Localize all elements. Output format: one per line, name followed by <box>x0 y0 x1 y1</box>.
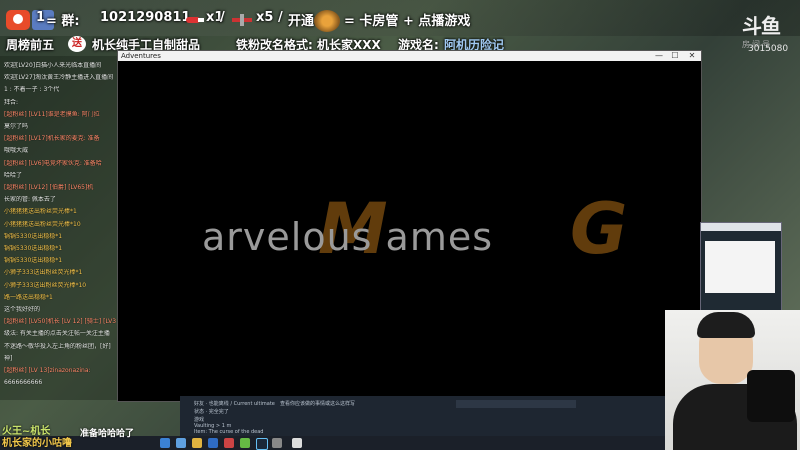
chat-message: [超粉丝] [LV12] [伯爵] [LV65]机 <box>4 184 94 191</box>
chat-message: 拜合: <box>4 98 19 106</box>
qq-group-line: 1 = 群: 1021290811 x1 / x5 / 开通 = 卡房管 + 点… <box>0 4 560 34</box>
webcam-hair <box>697 312 755 338</box>
chat-message: 1 : 不着一子 : 3个代 <box>4 86 60 94</box>
folder-icon[interactable] <box>192 438 202 448</box>
chat-message: 小猪猪猪送出粉丝荧光棒*10 <box>4 220 81 228</box>
steam-item[interactable]: Item: The curse of the dead <box>194 429 263 435</box>
logo-letter-g-art: G <box>570 188 628 270</box>
maximize-button[interactable]: ☐ <box>667 51 683 61</box>
separator: / <box>220 10 225 25</box>
game-window-title: Adventures <box>121 52 161 60</box>
separator: / <box>278 10 283 25</box>
viewer-entry-banner: 火王~机长 准备哈哈哈了 机长家的小咕噜 <box>0 422 160 450</box>
chat-message: [超粉丝] [LV 13]zinazonazina: <box>4 367 91 374</box>
rank-label: 周榜前五 <box>6 38 55 52</box>
rocket-gift-icon <box>186 14 204 26</box>
open-label: 开通 <box>288 14 315 29</box>
app-icon[interactable] <box>292 438 302 448</box>
chat-message: 6666666666 <box>4 379 43 387</box>
game-window-titlebar[interactable]: Adventures — ☐ ✕ <box>118 51 701 61</box>
plane-gift-icon <box>232 14 254 26</box>
app-icon[interactable] <box>272 438 282 448</box>
chat-message: 长家的管: 佩本去了 <box>4 196 56 204</box>
steam-item[interactable]: 好友 · 也能离线 / Current ultimate <box>194 400 275 407</box>
chat-message: 这个我好好的 <box>4 306 41 313</box>
chat-message: 哦哦大威 <box>4 147 29 155</box>
app-icon[interactable] <box>240 438 250 448</box>
viewer-message: 准备哈哈哈了 <box>80 429 135 439</box>
studio-splash-text: arvelous ames <box>202 215 494 259</box>
chat-message: [超粉丝] [LV17]机长家的麦克: 准备 <box>4 135 100 143</box>
background-window-pane <box>705 241 775 293</box>
steam-client-strip: 好友 · 也能离线 / Current ultimate 状态 · 完全完了 游… <box>180 396 665 436</box>
qq-icon <box>6 10 30 30</box>
chat-message: 不迷路～敬华投入左上角的粉丝团，[好] <box>4 342 111 350</box>
streamer-webcam <box>665 310 800 450</box>
microphone <box>747 370 795 422</box>
viewer-fan-name: 机长家的小咕噜 <box>2 438 72 449</box>
chat-message: 小狮子333送出粉丝荧光棒*1 <box>4 269 83 277</box>
steam-icon[interactable] <box>256 438 268 450</box>
chat-message: 哈哈了 <box>4 171 23 179</box>
steam-item[interactable]: 游戏 <box>194 416 204 423</box>
danmaku-chat-panel: 欢迎[LV20]白猫小人来光临本直播间欢迎[LV27]淘汰黄王冷静主播进入直播间… <box>0 56 118 400</box>
chat-message: 莫尔了吗 <box>4 123 29 130</box>
steam-notice: 查看你应该做的事情或这么这样写 <box>280 401 356 407</box>
chat-message: 小狮子333送出粉丝荧光棒*10 <box>4 281 87 289</box>
game-window[interactable]: Adventures — ☐ ✕ M G arvelous ames <box>117 50 702 402</box>
chat-message: 锅锅5330送出稳稳*1 <box>4 257 63 265</box>
minimize-button[interactable]: — <box>651 51 667 61</box>
close-button[interactable]: ✕ <box>684 51 700 61</box>
chat-message: 欢迎[LV20]白猫小人来光临本直播间 <box>4 62 102 69</box>
plane-count: x5 <box>256 10 274 25</box>
logo-mark: 斗鱼 <box>742 14 781 38</box>
chat-message: 小猪猪猪送出粉丝荧光棒*1 <box>4 208 77 216</box>
app-icon[interactable] <box>208 438 218 448</box>
background-window[interactable] <box>700 222 782 312</box>
send-badge: 送 <box>68 36 86 52</box>
chat-message: 级法: 有关主播的点击关注帖一关注主播 <box>4 330 110 338</box>
qq-prefix: 1 <box>36 10 46 25</box>
steam-item[interactable]: 状态 · 完全完了 <box>194 408 229 415</box>
edge-icon[interactable] <box>176 438 186 448</box>
start-icon[interactable] <box>160 438 170 448</box>
app-icon[interactable] <box>224 438 234 448</box>
room-id: 3015080 <box>748 44 789 54</box>
badge-perk-text: = 卡房管 + 点播游戏 <box>344 14 471 29</box>
chat-message: [超粉丝] [LV50]机长 [LV 12] [骑士] [LV36]要穿！ <box>4 318 116 326</box>
noble-badge-icon <box>314 10 340 32</box>
chat-message: 锅锅5330送出稳稳*1 <box>4 245 63 252</box>
chat-message: 欢迎[LV27]淘汰黄王冷静主播进入直播间 <box>4 74 114 82</box>
qq-group-number: 1021290811 <box>100 10 191 25</box>
chat-message: 锅锅5330送出稳稳*1 <box>4 232 63 240</box>
steam-search-input[interactable] <box>456 400 576 408</box>
chat-message: 路一路送出稳稳*1 <box>4 293 53 301</box>
qq-label: = 群: <box>46 14 80 29</box>
chat-message: [超粉丝] [LV6]电竞坏家伙克: 准备哈 <box>4 159 102 167</box>
chat-message: [超粉丝] [LV11]谁是老摸鱼: 阿门拉 <box>4 110 100 118</box>
background-window-titlebar[interactable] <box>701 223 781 231</box>
chat-message: 神] <box>4 354 13 362</box>
